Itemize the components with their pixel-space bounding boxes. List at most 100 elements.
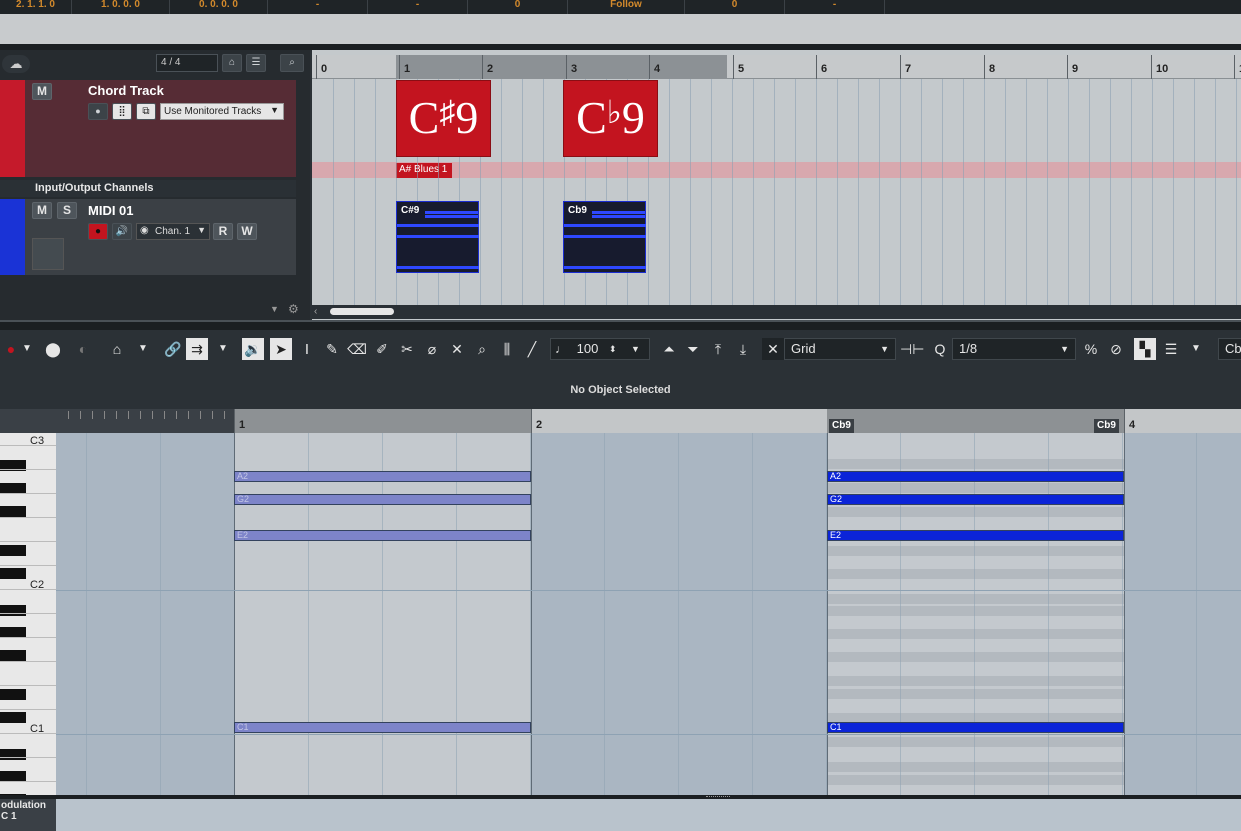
chord-event[interactable]: C♯9 bbox=[396, 80, 491, 157]
note-event-ghost[interactable]: G2 bbox=[234, 494, 531, 505]
transport-field-3[interactable]: 0 bbox=[468, 0, 568, 14]
note-event-ghost[interactable]: C1 bbox=[234, 722, 531, 733]
transport-field-2[interactable]: - bbox=[368, 0, 468, 14]
list-icon[interactable]: ☰ bbox=[246, 54, 266, 72]
chevron-down-icon[interactable]: ▼ bbox=[1185, 338, 1207, 360]
chord-event[interactable]: C♭9 bbox=[563, 80, 658, 157]
trim-icon[interactable]: ✐ bbox=[371, 338, 393, 360]
read-automation-button[interactable]: R bbox=[213, 223, 233, 240]
retro-record-icon[interactable]: ◐ bbox=[72, 338, 94, 360]
chord-track-color-strip[interactable] bbox=[0, 80, 25, 177]
draw-icon[interactable]: ✎ bbox=[321, 338, 343, 360]
monitor-tracks-dropdown[interactable]: Use Monitored Tracks ▼ bbox=[160, 103, 284, 120]
snap-type-dropdown[interactable]: Grid ▼ bbox=[784, 338, 896, 360]
note-event-ghost[interactable]: E2 bbox=[234, 530, 531, 541]
divider-grip[interactable] bbox=[706, 796, 730, 798]
quantize-preset-dropdown[interactable]: 1/8 ▼ bbox=[952, 338, 1076, 360]
black-key[interactable] bbox=[0, 712, 26, 723]
move-up-icon[interactable]: ⏶ bbox=[658, 338, 680, 360]
link-icon[interactable]: 🔗 bbox=[162, 338, 184, 360]
midi-channel-dropdown[interactable]: ◉ Chan. 1 ▼ bbox=[136, 223, 210, 240]
record-enable-icon[interactable]: ● bbox=[88, 223, 108, 240]
midi-part[interactable]: Cb9 bbox=[563, 201, 646, 273]
controller-name[interactable]: odulation bbox=[1, 800, 56, 811]
transport-follow[interactable]: Follow bbox=[568, 0, 685, 14]
snap-zero-crossing-icon[interactable]: ⊣⊢ bbox=[900, 338, 924, 360]
line-icon[interactable]: ⫼ bbox=[496, 338, 518, 360]
move-down-icon[interactable]: ⏷ bbox=[682, 338, 704, 360]
insert-velocity-field[interactable]: ♩ 100 ⬍ ▼ bbox=[550, 338, 650, 360]
record-dot-icon[interactable]: ● bbox=[88, 103, 108, 120]
cycle-range[interactable] bbox=[396, 55, 727, 79]
transport-position-b[interactable]: 0. 0. 0. 0 bbox=[170, 0, 268, 14]
track-picture[interactable] bbox=[32, 238, 64, 270]
black-key[interactable] bbox=[0, 506, 26, 517]
controller-lane[interactable] bbox=[56, 799, 1241, 831]
preset-icon[interactable]: ⌂ bbox=[106, 338, 128, 360]
scale-event[interactable]: A# Blues 1 bbox=[396, 163, 452, 178]
black-key[interactable] bbox=[0, 605, 26, 616]
piano-keyboard[interactable]: C3 C2 C1 bbox=[0, 433, 56, 805]
chord-tag[interactable]: Cb9 bbox=[1094, 419, 1119, 433]
black-key[interactable] bbox=[0, 749, 26, 760]
folder-track-header[interactable]: Input/Output Channels bbox=[0, 180, 296, 197]
record-in-editor-icon[interactable]: ⬤ bbox=[42, 338, 64, 360]
chevron-down-icon[interactable]: ▼ bbox=[132, 338, 154, 360]
chord-assist-icon[interactable]: ⧉ bbox=[136, 103, 156, 120]
search-icon[interactable]: ⌕ bbox=[280, 54, 304, 72]
voicing-icon[interactable]: ⣿ bbox=[112, 103, 132, 120]
time-signature-field[interactable]: 4 / 4 bbox=[156, 54, 218, 72]
ruler-part-1[interactable] bbox=[234, 409, 531, 433]
note-event[interactable]: G2 bbox=[827, 494, 1124, 505]
write-automation-button[interactable]: W bbox=[237, 223, 257, 240]
draw-line-icon[interactable]: ╱ bbox=[521, 338, 543, 360]
midi-track-solo-button[interactable]: S bbox=[57, 202, 77, 219]
midi-track-mute-button[interactable]: M bbox=[32, 202, 52, 219]
object-selection-icon[interactable]: ➤ bbox=[270, 338, 292, 360]
chevron-down-icon[interactable]: ▼ bbox=[212, 338, 234, 360]
transport-field-5[interactable]: - bbox=[785, 0, 885, 14]
ruler-part-2[interactable] bbox=[827, 409, 1124, 433]
filter-dropdown-icon[interactable]: ▼ bbox=[270, 304, 279, 314]
layers-icon[interactable]: ☰ bbox=[1160, 338, 1182, 360]
snap-icon[interactable]: ✕ bbox=[762, 338, 784, 360]
black-key[interactable] bbox=[0, 650, 26, 661]
note-event[interactable]: E2 bbox=[827, 530, 1124, 541]
note-event[interactable]: C1 bbox=[827, 722, 1124, 733]
chevron-down-icon[interactable]: ▼ bbox=[631, 339, 640, 359]
midi-part[interactable]: C#9 bbox=[396, 201, 479, 273]
transport-position-a[interactable]: 1. 0. 0. 0 bbox=[72, 0, 170, 14]
chord-track-mute-button[interactable]: M bbox=[32, 83, 52, 100]
range-select-icon[interactable]: Ⅰ bbox=[296, 338, 318, 360]
transport-left-locator[interactable]: 2. 1. 1. 0 bbox=[0, 0, 72, 14]
controller-lane-header[interactable]: odulation C 1 bbox=[0, 799, 56, 831]
scroll-left-icon[interactable]: ‹ bbox=[314, 306, 317, 317]
chevron-down-icon[interactable]: ▼ bbox=[16, 338, 38, 360]
move-bottom-icon[interactable]: ⤓ bbox=[732, 338, 754, 360]
chord-selector[interactable]: Cb bbox=[1218, 338, 1241, 360]
scrollbar-thumb[interactable] bbox=[330, 308, 394, 315]
black-key[interactable] bbox=[0, 545, 26, 556]
black-key[interactable] bbox=[0, 568, 26, 579]
auto-scroll-icon[interactable]: ⇉ bbox=[186, 338, 208, 360]
note-event[interactable]: A2 bbox=[827, 471, 1124, 482]
erase-icon[interactable]: ⌫ bbox=[346, 338, 368, 360]
zoom-icon[interactable]: ⌕ bbox=[471, 338, 493, 360]
note-display[interactable]: A2 A2 G2 G2 E2 E2 C1 C1 bbox=[56, 433, 1241, 795]
black-key[interactable] bbox=[0, 689, 26, 700]
zone-divider[interactable] bbox=[0, 320, 1241, 330]
glue-icon[interactable]: ⌀ bbox=[421, 338, 443, 360]
mute-icon[interactable]: ✕ bbox=[446, 338, 468, 360]
transport-field-1[interactable]: - bbox=[268, 0, 368, 14]
chord-editing-icon[interactable]: ▚ bbox=[1134, 338, 1156, 360]
quantize-off-icon[interactable]: ⊘ bbox=[1105, 338, 1127, 360]
monitor-speaker-icon[interactable]: 🔊 bbox=[112, 223, 132, 240]
note-event-ghost[interactable]: A2 bbox=[234, 471, 531, 482]
stepper-icon[interactable]: ⬍ bbox=[609, 339, 617, 359]
preset-icon[interactable]: ⌂ bbox=[222, 54, 242, 72]
transport-field-4[interactable]: 0 bbox=[685, 0, 785, 14]
quantize-icon[interactable]: Q bbox=[929, 338, 951, 360]
gear-icon[interactable]: ⚙ bbox=[288, 302, 299, 316]
chord-tag[interactable]: Cb9 bbox=[829, 419, 854, 433]
midi-track-color-strip[interactable] bbox=[0, 199, 25, 275]
